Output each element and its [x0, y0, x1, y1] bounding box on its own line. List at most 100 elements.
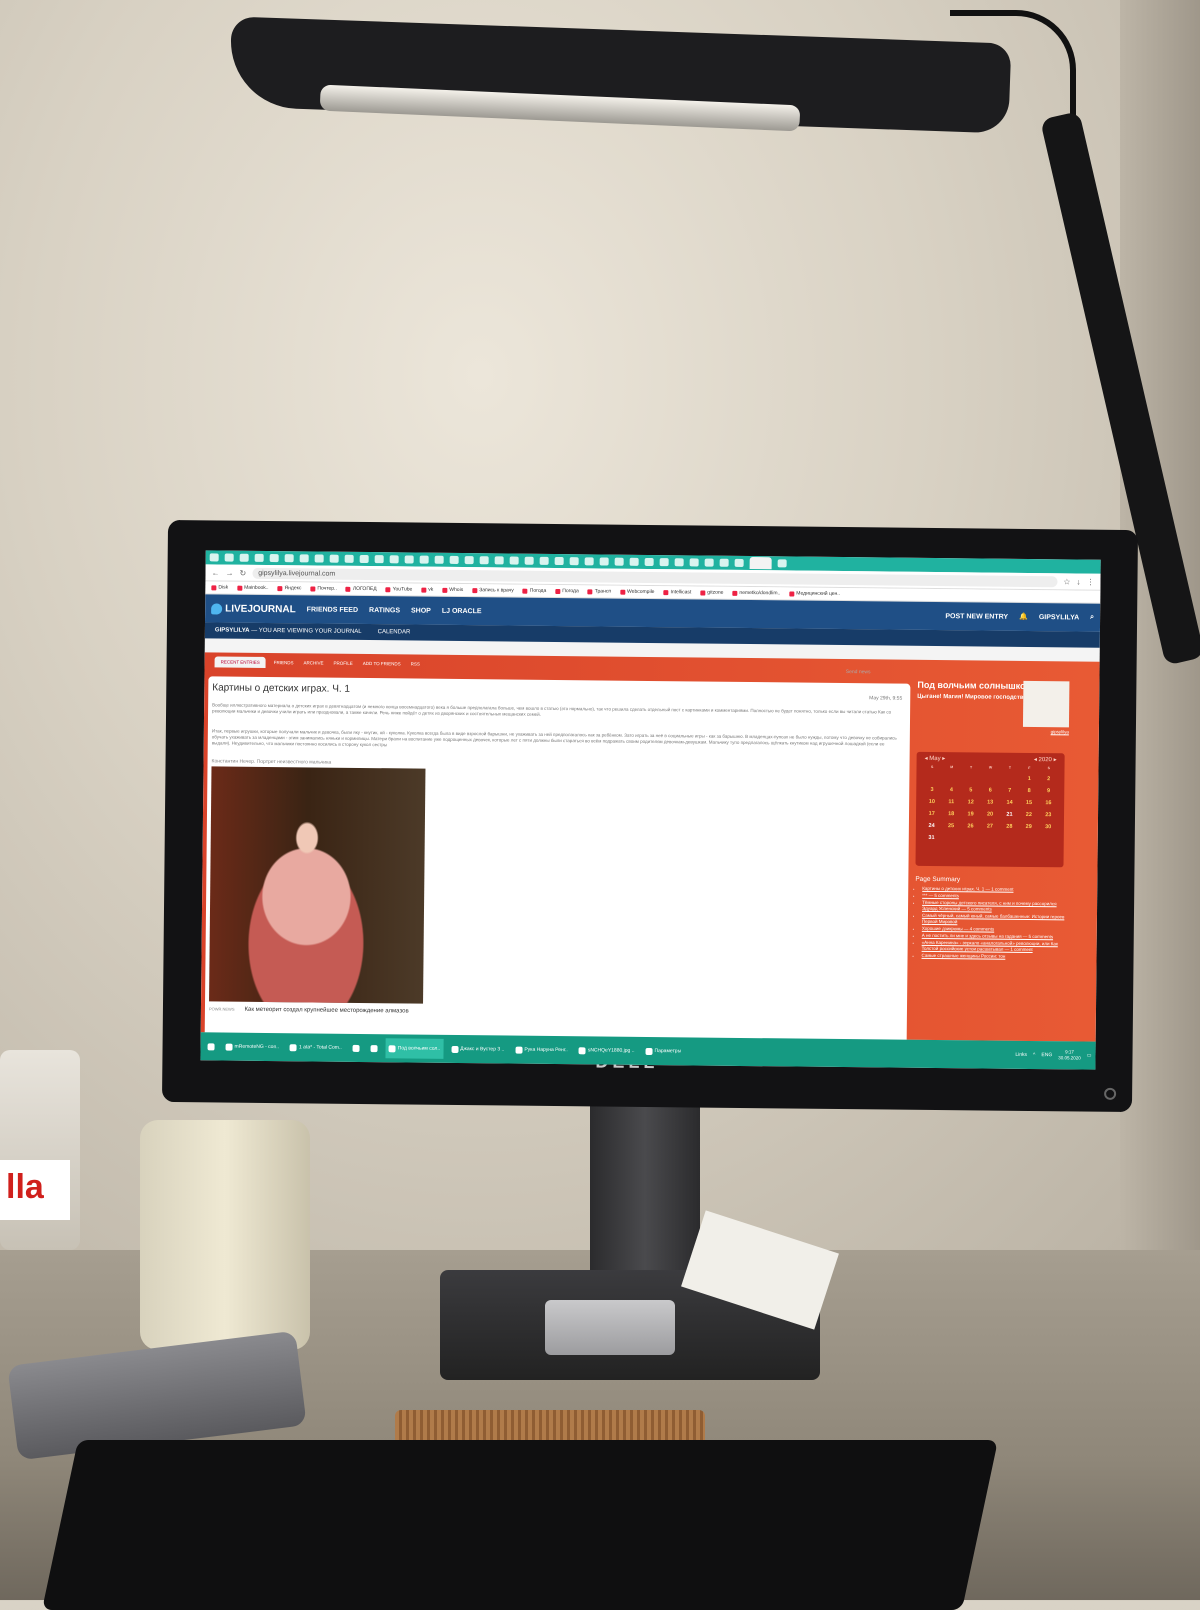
calendar-day[interactable]: 24 — [922, 823, 941, 829]
taskbar-app[interactable]: sNCHQeY1880.jpg .. — [576, 1040, 638, 1061]
tab-favicon[interactable] — [314, 554, 324, 563]
tab-favicon[interactable] — [509, 556, 519, 565]
bookmark[interactable]: Whois — [442, 587, 463, 593]
taskbar-pinned[interactable] — [368, 1038, 381, 1058]
calendar-day[interactable]: 8 — [1019, 788, 1038, 794]
bookmark[interactable]: Mainbook.. — [237, 585, 269, 591]
tab-favicon[interactable] — [704, 558, 714, 567]
nav-ratings[interactable]: RATINGS — [369, 607, 400, 614]
tab-favicon[interactable] — [614, 557, 624, 566]
tab-favicon[interactable] — [599, 557, 609, 566]
tab-favicon[interactable] — [419, 555, 429, 564]
calendar-day[interactable]: 18 — [941, 811, 960, 817]
calendar-day[interactable]: 21 — [1000, 812, 1019, 818]
forward-icon[interactable]: → — [225, 568, 233, 577]
calendar-day[interactable]: 30 — [1038, 824, 1057, 830]
tab-favicon[interactable] — [479, 556, 489, 565]
calendar-day[interactable]: 14 — [1000, 800, 1019, 806]
power-icon[interactable] — [1104, 1087, 1117, 1100]
calendar-day[interactable]: 13 — [980, 799, 999, 806]
bookmark[interactable]: Запись к врачу — [472, 587, 514, 594]
promo-link[interactable]: POWR.NEWS Как метеорит создал крупнейшее … — [209, 1006, 409, 1014]
tab-favicon[interactable] — [374, 555, 384, 564]
summary-item[interactable]: Самый чёрный, самый юный, самые балбашен… — [922, 913, 1068, 927]
tab-friends[interactable]: FRIENDS — [272, 657, 296, 668]
bookmark[interactable]: Погода — [522, 588, 546, 594]
start-button[interactable] — [204, 1036, 217, 1056]
calendar-day[interactable]: 2 — [1039, 776, 1058, 782]
tab-add-to-friends[interactable]: ADD TO FRIENDS — [361, 658, 403, 669]
post-new-entry-button[interactable]: POST NEW ENTRY — [945, 613, 1008, 621]
calendar-day[interactable]: 12 — [961, 799, 980, 805]
tab-favicon[interactable] — [299, 554, 309, 563]
calendar-day[interactable]: 25 — [941, 823, 960, 829]
taskbar-app[interactable]: Параметры — [642, 1041, 684, 1061]
tab-favicon[interactable] — [734, 558, 744, 567]
links-toolbar[interactable]: Links — [1015, 1052, 1027, 1058]
calendar-day[interactable]: 23 — [1039, 812, 1058, 818]
menu-icon[interactable]: ⋮ — [1086, 577, 1094, 586]
lj-logo[interactable]: LIVEJOURNAL — [211, 602, 296, 615]
bookmark[interactable]: gitzone — [700, 590, 723, 596]
bookmark[interactable]: Медицинский цен.. — [789, 590, 840, 597]
language-indicator[interactable]: ENG — [1041, 1052, 1052, 1058]
tab-favicon[interactable] — [389, 555, 399, 564]
calendar-day[interactable]: 9 — [1039, 788, 1058, 794]
tab-favicon[interactable] — [449, 555, 459, 564]
tab-rss[interactable]: RSS — [409, 658, 422, 669]
bookmark[interactable]: vk — [421, 587, 433, 593]
tab-archive[interactable]: ARCHIVE — [301, 657, 325, 668]
bookmark[interactable]: Погода — [555, 588, 579, 594]
nav-friends-feed[interactable]: FRIENDS FEED — [307, 606, 358, 614]
clock[interactable]: 9:17 30.05.2020 — [1058, 1049, 1081, 1061]
taskbar-app[interactable]: Джакс и Вустер 3 .. — [448, 1039, 507, 1060]
calendar-link[interactable]: CALENDAR — [378, 629, 411, 635]
bookmark[interactable]: YouTube — [385, 586, 412, 592]
calendar-day[interactable]: 16 — [1039, 800, 1058, 806]
tab-favicon[interactable] — [659, 558, 669, 567]
summary-item[interactable]: Самые страшные женщины России: тон — [922, 953, 1068, 961]
tab-favicon[interactable] — [644, 557, 654, 567]
reload-icon[interactable]: ↻ — [239, 568, 246, 577]
bookmark[interactable]: nemetko/dondlim.. — [732, 590, 780, 596]
user-menu[interactable]: GIPSYLILYA — [1039, 614, 1079, 621]
bookmark[interactable]: Почтер.. — [310, 585, 337, 592]
calendar-day[interactable]: 22 — [1019, 812, 1038, 818]
tab-favicon[interactable] — [344, 554, 354, 563]
new-tab-icon[interactable] — [777, 559, 787, 568]
calendar-day[interactable]: 31 — [922, 835, 941, 841]
tab-favicon[interactable] — [539, 556, 549, 565]
summary-item[interactable]: «Анна Каренина» - зеркало «аналогальной»… — [922, 940, 1068, 954]
tab-favicon[interactable] — [464, 556, 474, 565]
calendar-day[interactable]: 27 — [980, 823, 999, 830]
summary-item[interactable]: Тёмные стороны детского писателя, с ним … — [922, 900, 1068, 914]
calendar-day[interactable]: 3 — [922, 787, 941, 793]
tab-favicon[interactable] — [254, 553, 264, 562]
download-icon[interactable]: ↓ — [1076, 577, 1080, 586]
bookmark[interactable]: Intellicast — [663, 589, 691, 595]
tab-favicon[interactable] — [524, 556, 534, 565]
bookmark[interactable]: Яндекс — [277, 585, 301, 591]
tab-favicon[interactable] — [284, 554, 294, 563]
sidebar-username[interactable]: gipsylilya — [1051, 729, 1069, 734]
tab-favicon[interactable] — [329, 554, 339, 563]
calendar-day[interactable]: 29 — [1019, 824, 1038, 830]
calendar-day[interactable]: 19 — [961, 811, 980, 817]
tab-favicon[interactable] — [689, 558, 699, 567]
search-icon[interactable]: ⌕ — [1090, 614, 1094, 622]
send-news-link[interactable]: Send news — [846, 669, 871, 675]
taskbar-app[interactable]: 1 ata* - Total Com.. — [287, 1037, 345, 1058]
calendar-day[interactable]: 15 — [1019, 800, 1038, 806]
tab-profile[interactable]: PROFILE — [331, 658, 354, 669]
star-icon[interactable]: ☆ — [1063, 577, 1070, 586]
calendar-year[interactable]: ◂ 2020 ▸ — [1034, 756, 1057, 763]
tab-favicon[interactable] — [269, 554, 279, 563]
calendar-day[interactable]: 28 — [1000, 824, 1019, 830]
calendar-day[interactable]: 6 — [981, 787, 1000, 794]
taskbar-pinned[interactable] — [350, 1038, 363, 1058]
tab-favicon[interactable] — [554, 556, 564, 566]
bell-icon[interactable]: 🔔 — [1019, 613, 1028, 621]
bookmark[interactable]: Disk — [211, 584, 228, 591]
bookmark[interactable]: Webcompile — [620, 589, 655, 595]
notification-icon[interactable]: ▭ — [1087, 1053, 1092, 1059]
